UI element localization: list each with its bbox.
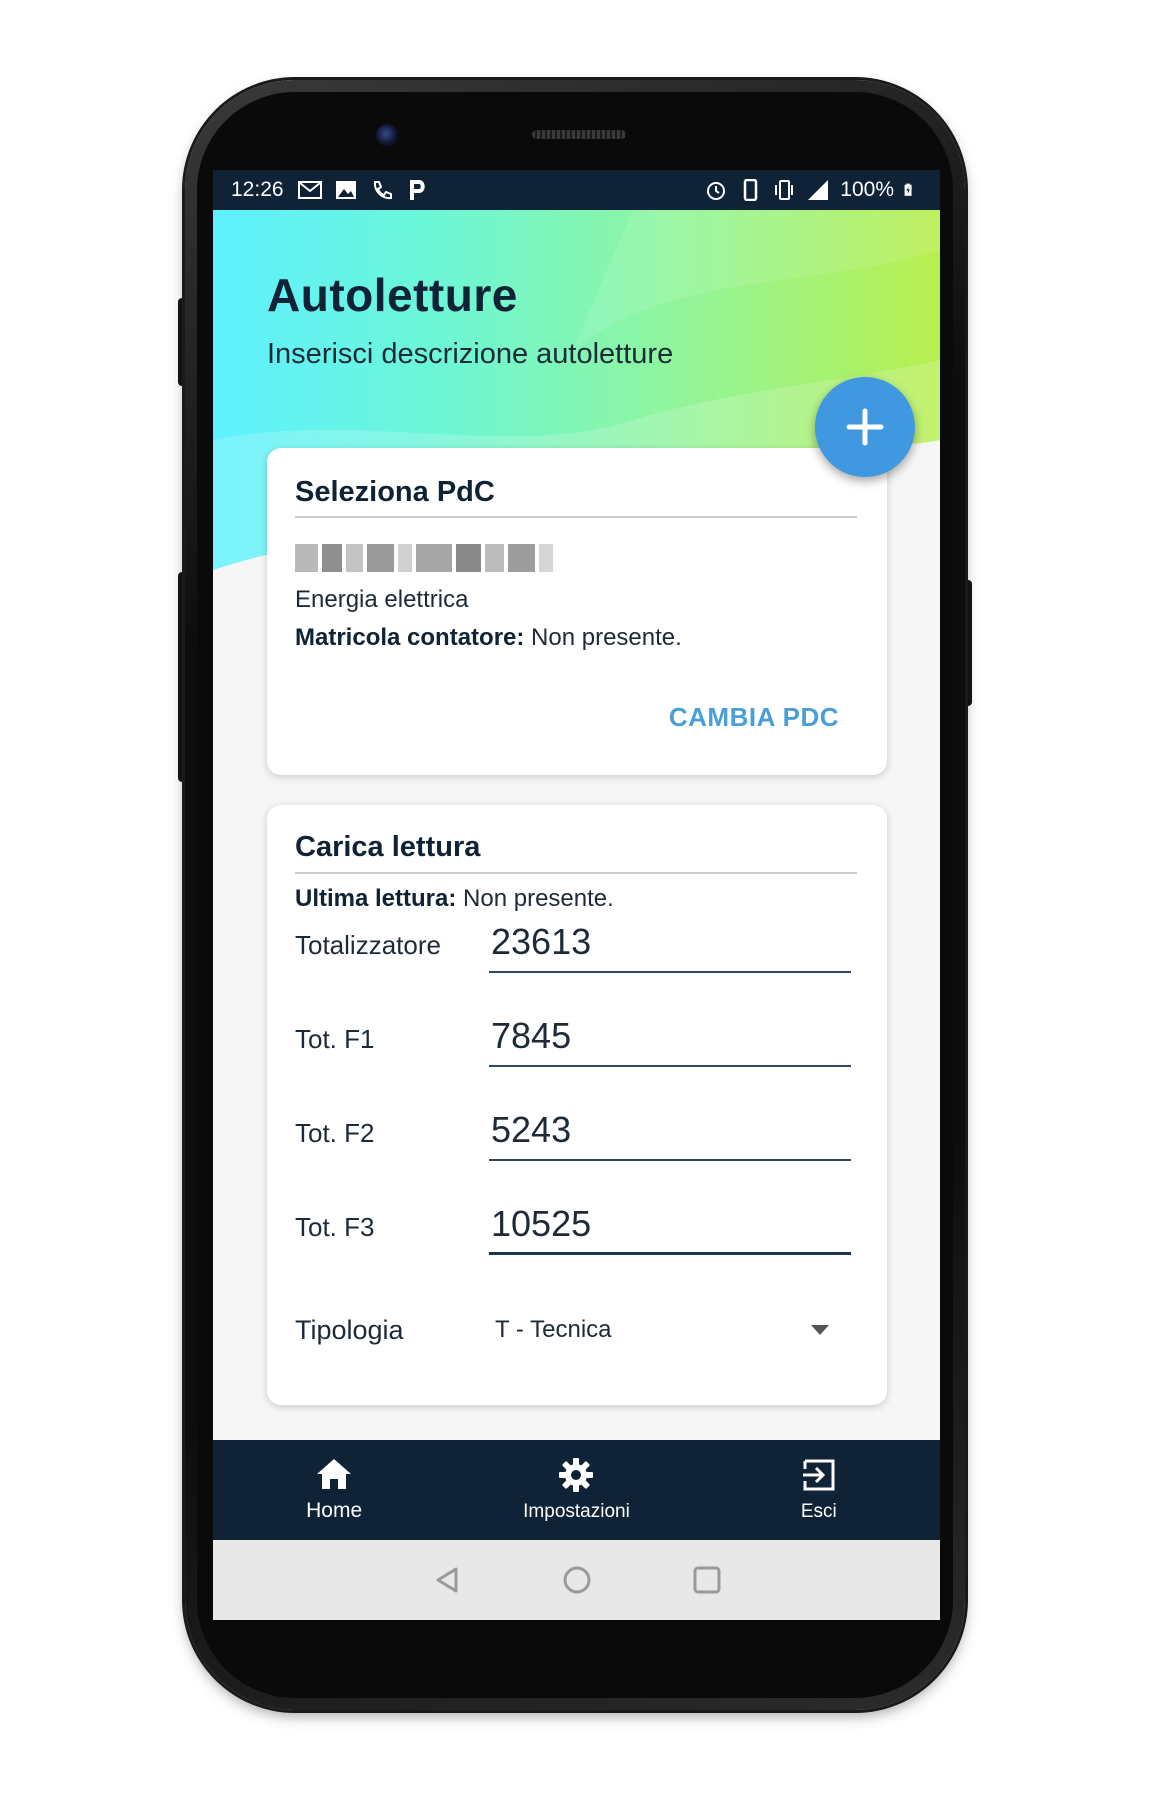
pdc-card-title: Seleziona PdC <box>295 476 495 508</box>
meter-label: Matricola contatore: <box>295 624 525 651</box>
meter-info: Matricola contatore: Non presente. <box>295 624 682 652</box>
home-circle-icon[interactable] <box>562 1565 592 1595</box>
meter-value: Non presente. <box>531 624 682 651</box>
field-row-f1: Tot. F1 <box>295 1007 857 1067</box>
pdc-code-redacted <box>295 544 553 572</box>
signal-icon <box>808 180 829 200</box>
phone-outline-icon <box>744 179 758 201</box>
system-navigation-bar <box>213 1540 940 1620</box>
reading-card-title: Carica lettura <box>295 831 481 863</box>
tot-f3-input[interactable] <box>489 1203 851 1255</box>
reading-card: Carica lettura Ultima lettura: Non prese… <box>267 805 887 1405</box>
nav-home[interactable]: Home <box>213 1440 455 1540</box>
field-row-f2: Tot. F2 <box>295 1101 857 1161</box>
battery-charging-icon <box>904 183 912 196</box>
exit-icon <box>802 1459 835 1491</box>
image-icon <box>335 181 356 199</box>
supply-type: Energia elettrica <box>295 586 469 613</box>
nav-home-label: Home <box>306 1499 363 1522</box>
field-row-f3: Tot. F3 <box>295 1195 857 1255</box>
page-subtitle: Inserisci descrizione autoletture <box>267 338 674 370</box>
earpiece-speaker <box>532 130 626 139</box>
last-reading-value: Non presente. <box>463 885 614 912</box>
nav-settings[interactable]: Impostazioni <box>455 1440 697 1540</box>
back-icon[interactable] <box>432 1565 462 1595</box>
dropdown-arrow-icon <box>811 1325 829 1335</box>
gmail-icon <box>297 181 322 199</box>
page-title: Autoletture <box>267 269 518 321</box>
battery-percent: 100% <box>840 178 894 201</box>
field-label: Tot. F2 <box>295 1118 375 1148</box>
bottom-navigation: Home Impostazioni Esci <box>213 1440 940 1540</box>
vibrate-icon <box>775 180 794 200</box>
app-screen: 12:26 100% Autoletture Inserisci descriz… <box>213 170 940 1620</box>
field-label: Tot. F1 <box>295 1024 375 1054</box>
type-select-row: Tipologia T - Tecnica <box>295 1305 857 1355</box>
gear-icon <box>559 1458 594 1492</box>
tot-f1-input[interactable] <box>489 1015 851 1067</box>
add-reading-button[interactable] <box>815 377 915 477</box>
reading-card-divider <box>295 872 857 874</box>
type-select-value: T - Tecnica <box>495 1316 612 1343</box>
status-time: 12:26 <box>231 178 284 201</box>
alarm-icon <box>707 182 726 200</box>
type-label: Tipologia <box>295 1315 404 1345</box>
change-pdc-button[interactable]: CAMBIA PDC <box>669 702 839 733</box>
plus-icon <box>846 408 884 446</box>
last-reading-label: Ultima lettura: <box>295 885 457 912</box>
phone-settings-icon <box>373 181 392 200</box>
totalizzatore-input[interactable] <box>489 921 851 973</box>
front-camera <box>376 124 398 146</box>
parking-icon <box>409 180 425 200</box>
nav-exit-label: Esci <box>800 1501 837 1522</box>
field-label: Totalizzatore <box>295 930 441 960</box>
recents-icon[interactable] <box>692 1565 722 1595</box>
last-reading-info: Ultima lettura: Non presente. <box>295 885 614 913</box>
pdc-card: Seleziona PdC Energia elettrica Matricol… <box>267 448 887 775</box>
nav-settings-label: Impostazioni <box>523 1501 630 1522</box>
field-label: Tot. F3 <box>295 1212 375 1242</box>
type-select[interactable]: T - Tecnica <box>495 1305 845 1355</box>
pdc-card-divider <box>295 516 857 518</box>
nav-exit[interactable]: Esci <box>698 1440 940 1540</box>
home-icon <box>317 1459 352 1489</box>
field-row-totalizzatore: Totalizzatore <box>295 913 857 973</box>
tot-f2-input[interactable] <box>489 1109 851 1161</box>
status-bar: 12:26 100% <box>213 170 940 210</box>
